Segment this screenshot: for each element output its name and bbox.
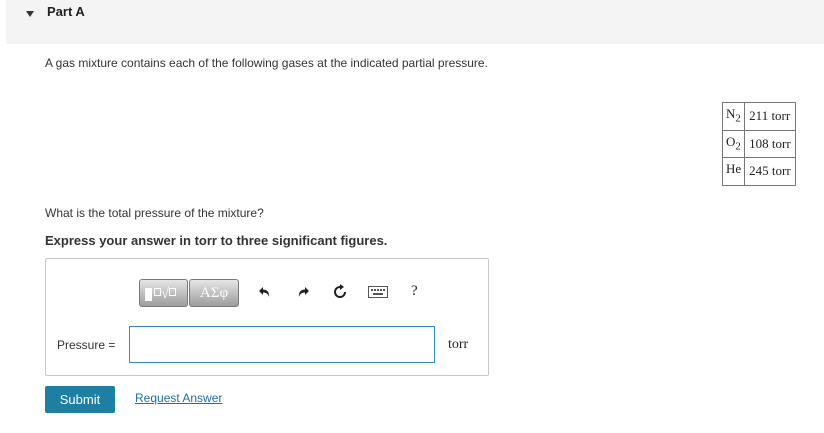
undo-icon[interactable] [256, 283, 274, 301]
greek-symbols-label: ΑΣφ [199, 285, 229, 301]
redo-icon[interactable] [294, 283, 312, 301]
request-answer-link[interactable]: Request Answer [135, 391, 222, 405]
keyboard-icon[interactable] [367, 283, 389, 301]
collapse-caret-icon[interactable] [26, 11, 34, 17]
gas-pressure-table: N2 211 torr O2 108 torr He 245 torr [721, 102, 796, 186]
gas-symbol: O2 [721, 129, 746, 159]
problem-intro: A gas mixture contains each of the follo… [45, 56, 488, 70]
question-text: What is the total pressure of the mixtur… [45, 206, 264, 220]
templates-button[interactable]: √ [139, 279, 188, 307]
unit-label: torr [448, 337, 469, 352]
gas-symbol: He [721, 157, 746, 186]
table-row: O2 108 torr [721, 129, 796, 159]
gas-pressure: 245 torr [744, 157, 796, 186]
part-title: Part A [47, 4, 85, 19]
gas-symbol: N2 [721, 102, 746, 131]
pressure-label: Pressure = [57, 338, 116, 352]
part-header[interactable]: Part A [6, 0, 824, 44]
answer-box: √ ΑΣφ ? Pressure = torr [45, 258, 489, 376]
reset-icon[interactable] [331, 283, 349, 301]
pressure-answer-input[interactable] [129, 326, 435, 363]
table-row: He 245 torr [721, 157, 796, 186]
templates-icon: √ [145, 286, 177, 302]
table-row: N2 211 torr [721, 102, 796, 131]
gas-pressure: 108 torr [744, 129, 796, 159]
submit-button[interactable]: Submit [45, 386, 115, 413]
greek-symbols-button[interactable]: ΑΣφ [189, 279, 239, 307]
help-button[interactable]: ? [411, 283, 418, 300]
answer-instruction: Express your answer in torr to three sig… [45, 233, 388, 248]
gas-pressure: 211 torr [744, 102, 796, 131]
